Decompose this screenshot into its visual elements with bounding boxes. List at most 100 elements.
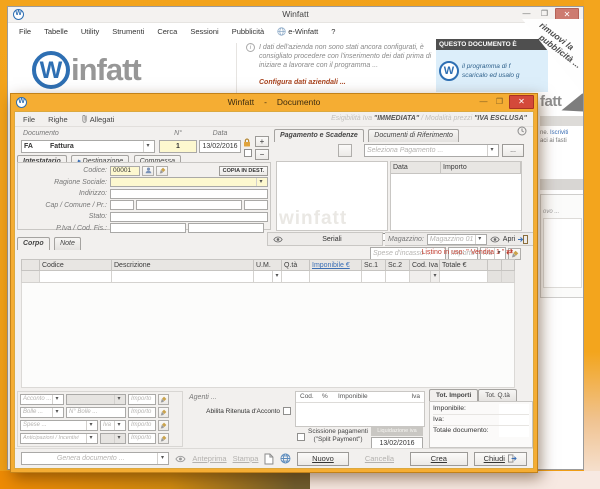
customer-panel: Codice: 00001 COPIA IN DEST. Ragione Soc… [17,162,271,233]
menu-righe[interactable]: Righe [48,115,68,124]
payment-tool-button[interactable] [338,144,352,157]
item-entry-row[interactable]: ▾ ▾ [21,271,515,283]
eye-icon[interactable] [490,236,500,243]
item-total-cell[interactable] [439,271,487,283]
item-qty-cell[interactable] [281,271,309,283]
menu-tabelle[interactable]: Tabelle [44,27,68,36]
chiudi-button[interactable]: Chiudi [473,451,527,466]
magazzino-select[interactable]: Magazzino 01 ▾ [426,233,487,245]
clear-bolle-button[interactable] [158,407,169,418]
items-grid[interactable] [21,283,515,388]
crea-button[interactable]: Crea [410,451,468,466]
anticipazioni-select[interactable]: Anticipazioni / Incentivi ▾ [20,433,98,444]
generate-document-select[interactable]: Genera documento ... ▾ [21,452,170,465]
eye-icon[interactable] [175,455,187,463]
menu-strumenti[interactable]: Strumenti [112,27,144,36]
spese-vat-select[interactable]: Iva ▾ [100,420,126,431]
clear-spese-button[interactable] [158,420,169,431]
info-box: i I dati dell'azienda non sono stati anc… [246,43,432,87]
col-imponibile[interactable]: Imponibile € [309,259,361,271]
row-button[interactable] [487,271,501,283]
item-price-cell[interactable] [309,271,361,283]
clear-anticipazioni-button[interactable] [158,433,169,444]
stampa-button[interactable]: Stampa [233,454,259,463]
menu-sessioni[interactable]: Sessioni [190,27,218,36]
bolle-amount-field[interactable]: Importo [128,407,156,418]
iscriviti-link[interactable]: Iscriviti [550,130,568,136]
seriali-button[interactable]: Seriali [287,236,377,243]
clear-acconto-button[interactable] [158,394,169,405]
scadenze-table[interactable]: Data Importo [390,161,522,231]
ritenuta-checkbox[interactable] [283,407,291,415]
stato-label: Stato: [88,213,107,220]
item-description-cell[interactable] [111,271,253,283]
payment-more-button[interactable]: ... [502,144,524,157]
customer-code-field[interactable]: 00001 [110,165,140,176]
menu-utility[interactable]: Utility [81,27,99,36]
clock-icon[interactable] [517,126,527,136]
chevron-down-icon: ▾ [157,453,166,464]
document-icon[interactable] [264,453,274,465]
clear-customer-button[interactable] [156,165,168,176]
split-payment-checkbox[interactable] [297,433,305,441]
menu-help[interactable]: ? [331,27,335,36]
company-name-select[interactable]: ▾ [110,177,268,187]
provincia-field[interactable] [244,200,268,210]
row-selector[interactable] [21,271,39,283]
menu-file[interactable]: File [23,115,35,124]
fiscal-code-field[interactable] [188,223,264,233]
lock-icon[interactable] [243,138,251,147]
customer-lookup-button[interactable] [142,165,154,176]
increment-button[interactable]: + [255,136,269,147]
country-field[interactable] [110,211,268,222]
menu-cerca[interactable]: Cerca [157,27,177,36]
eye-icon[interactable] [273,236,283,243]
nuovo-button[interactable]: Nuovo [297,451,349,466]
menu-pubblicita[interactable]: Pubblicità [232,27,265,36]
item-um-cell[interactable]: ▾ [253,271,281,283]
cancella-button[interactable]: Cancella [355,454,404,463]
payment-select[interactable]: Seleziona Pagamento ... ▾ [364,144,499,157]
configure-company-link[interactable]: Configura dati aziendali ... [259,78,432,87]
main-titlebar[interactable]: W Winfatt — ❐ ✕ [8,7,583,23]
row-button[interactable] [501,271,515,283]
documento-label: Documento [23,130,59,137]
menu-e-winfatt[interactable]: e-Winfatt [277,27,318,36]
bolle-number-field[interactable]: N° Bolle ... [66,407,126,418]
acconto-amount-field[interactable]: Importo [128,394,156,405]
copy-to-destination-button[interactable]: COPIA IN DEST. [218,165,268,176]
anticipazioni-type-select[interactable]: ▾ [100,433,126,444]
item-code-cell[interactable] [39,271,111,283]
item-vat-cell[interactable]: ▾ [409,271,439,283]
bolle-select[interactable]: Bolle ... ▾ [20,407,64,418]
document-date-field[interactable]: 13/02/2016 [199,140,241,153]
item-disc1-cell[interactable] [361,271,385,283]
address-field[interactable] [110,188,268,199]
maximize-icon[interactable]: ❐ [493,96,506,108]
wallpaper-bottom-left [0,471,310,489]
number-lock-checkbox[interactable] [244,149,252,157]
total-document-value [499,426,529,437]
spese-select[interactable]: Spese ... ▾ [20,420,98,431]
anteprima-button[interactable]: Anteprima [192,454,226,463]
comune-field[interactable] [136,200,242,210]
apri-button[interactable]: Apri [503,236,515,243]
acconto-select[interactable]: Acconto ... ▾ [20,394,64,405]
menu-file[interactable]: File [19,27,31,36]
vat-number-field[interactable] [110,223,186,233]
anticipazioni-amount-field[interactable]: Importo [128,433,156,444]
swap-icon[interactable]: ⇄ [506,247,513,256]
col-um: U.M. [253,259,281,271]
decrement-button[interactable]: − [255,149,269,160]
cap-field[interactable] [110,200,134,210]
globe-icon[interactable] [280,453,291,464]
dialog-titlebar[interactable]: W Winfatt - Documento — ❐ ✕ [11,94,537,111]
col-imponibile: Imponibile [338,393,368,400]
acconto-type-select[interactable]: ▾ [66,394,126,405]
door-exit-icon[interactable] [518,234,529,244]
menu-allegati[interactable]: Allegati [81,114,114,124]
close-icon[interactable]: ✕ [509,95,534,109]
spese-amount-field[interactable]: Importo [128,420,156,431]
item-disc2-cell[interactable] [385,271,409,283]
minimize-icon[interactable]: — [477,96,490,108]
